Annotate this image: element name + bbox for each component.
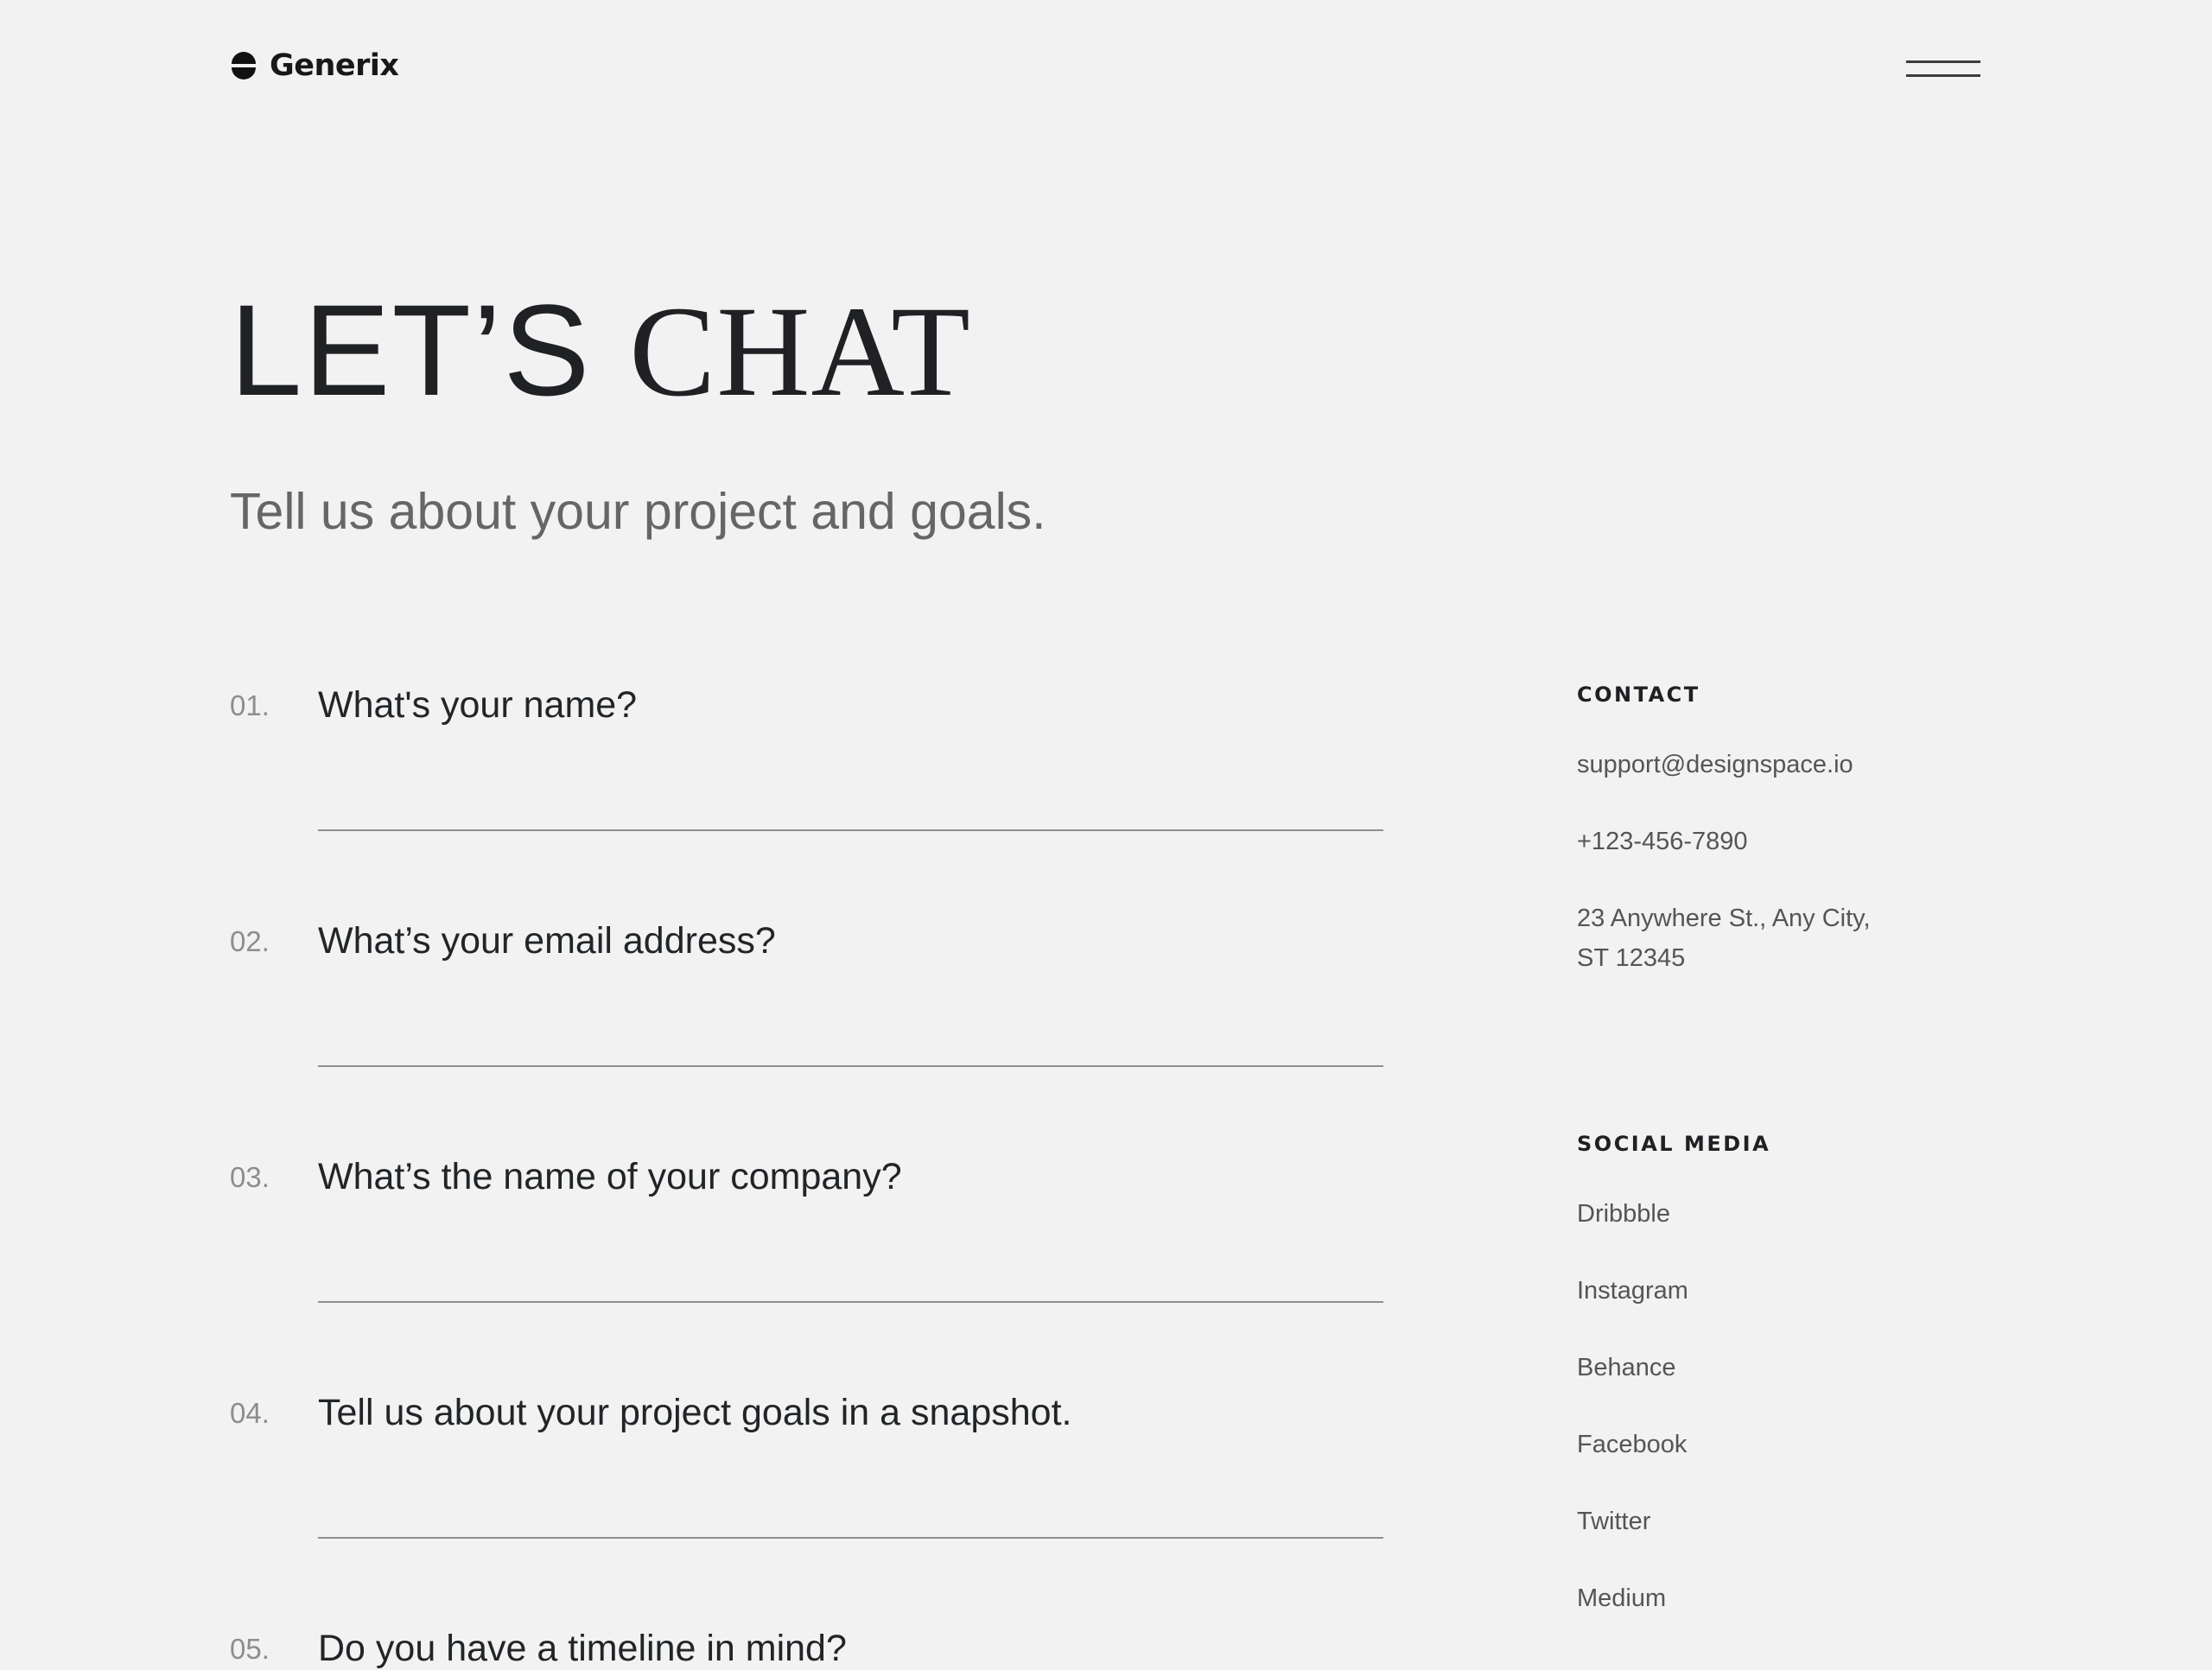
question-label: What's your name? [318, 684, 638, 726]
question-number: 05. [230, 1633, 270, 1665]
menu-button[interactable] [1901, 55, 1980, 83]
page-title-part1: LET’S [230, 277, 592, 422]
question-label: Tell us about your project goals in a sn… [318, 1392, 1072, 1433]
question-label: What’s the name of your company? [318, 1156, 902, 1197]
contact-phone-link[interactable]: +123-456-7890 [1577, 822, 1748, 861]
email-field[interactable] [318, 989, 1383, 1067]
page-title: LET’S CHAT [230, 285, 971, 416]
contact-section: CONTACT support@designspace.io +123-456-… [1577, 683, 2061, 972]
menu-icon-line [1906, 60, 1980, 63]
address-line: 23 Anywhere St., Any City, [1577, 905, 1871, 932]
brand-logo[interactable]: Generix [230, 48, 399, 83]
address-line: ST 12345 [1577, 944, 1686, 972]
logo-icon [232, 52, 256, 79]
question-number: 03. [230, 1161, 270, 1193]
social-link-dribbble[interactable]: Dribbble [1577, 1194, 1670, 1234]
contact-address: 23 Anywhere St., Any City, ST 12345 [1577, 898, 1871, 978]
project-goals-field[interactable] [318, 1461, 1383, 1539]
question-label: What’s your email address? [318, 920, 776, 962]
company-field[interactable] [318, 1225, 1383, 1303]
question-number: 02. [230, 925, 270, 957]
brand-name: Generix [270, 48, 399, 83]
social-link-twitter[interactable]: Twitter [1577, 1502, 1650, 1541]
page-subtitle: Tell us about your project and goals. [230, 483, 1046, 540]
question-label: Do you have a timeline in mind? [318, 1628, 847, 1669]
menu-icon-line [1906, 74, 1980, 77]
page-title-part2: CHAT [629, 280, 971, 423]
social-section: SOCIAL MEDIA Dribbble Instagram Behance … [1577, 1132, 2061, 1612]
question-number: 04. [230, 1397, 270, 1429]
contact-heading: CONTACT [1577, 683, 1700, 707]
name-field[interactable] [318, 753, 1383, 831]
question-number: 01. [230, 689, 270, 721]
social-link-facebook[interactable]: Facebook [1577, 1425, 1687, 1464]
social-link-instagram[interactable]: Instagram [1577, 1271, 1688, 1311]
contact-email-link[interactable]: support@designspace.io [1577, 745, 1853, 784]
social-heading: SOCIAL MEDIA [1577, 1132, 1771, 1156]
social-link-medium[interactable]: Medium [1577, 1578, 1666, 1618]
social-link-behance[interactable]: Behance [1577, 1348, 1676, 1387]
